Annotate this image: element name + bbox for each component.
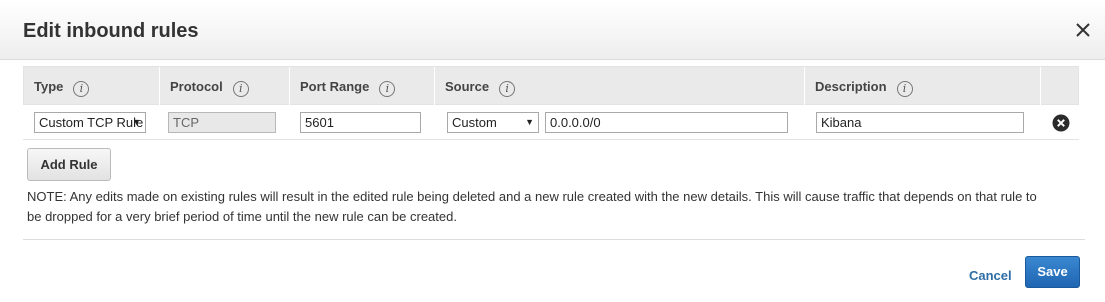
source-type-select[interactable]: Custom ▼ <box>447 112 539 133</box>
info-icon[interactable]: i <box>896 81 913 97</box>
cancel-button[interactable]: Cancel <box>969 268 1012 283</box>
type-select-value: Custom TCP Rule <box>39 115 144 130</box>
save-button[interactable]: Save <box>1025 256 1080 288</box>
table-header-row: Type i Protocol i Port Range i Source i Desc… <box>23 66 1079 106</box>
dialog-header: Edit inbound rules <box>0 0 1105 60</box>
info-icon[interactable]: i <box>73 81 90 97</box>
note-text: NOTE: Any edits made on existing rules w… <box>27 189 1037 224</box>
remove-rule-button[interactable] <box>1052 114 1070 132</box>
type-select[interactable]: Custom TCP Rule ▼ <box>34 112 146 133</box>
column-header-description: Description i <box>804 67 1040 106</box>
column-header-source: Source i <box>434 67 804 106</box>
close-button[interactable] <box>1073 20 1093 40</box>
info-icon[interactable]: i <box>379 81 396 97</box>
close-icon <box>1076 23 1090 37</box>
column-header-actions <box>1040 67 1078 106</box>
dialog-title: Edit inbound rules <box>23 20 199 42</box>
column-header-port-range: Port Range i <box>289 67 434 106</box>
protocol-field: TCP <box>168 112 276 133</box>
source-cidr-input[interactable]: 0.0.0.0/0 <box>545 112 788 133</box>
column-header-protocol: Protocol i <box>159 67 289 106</box>
column-header-label: Description <box>815 79 887 94</box>
info-icon[interactable]: i <box>499 81 516 97</box>
description-input[interactable]: Kibana <box>816 112 1024 133</box>
divider <box>23 239 1085 240</box>
port-range-input[interactable]: 5601 <box>300 112 421 133</box>
column-header-label: Protocol <box>170 79 223 94</box>
table-row: Custom TCP Rule ▼ TCP 5601 Custom ▼ 0.0.… <box>23 105 1079 140</box>
info-icon[interactable]: i <box>232 81 249 97</box>
chevron-down-icon: ▼ <box>525 117 534 127</box>
column-header-label: Type <box>34 79 64 94</box>
add-rule-button[interactable]: Add Rule <box>27 148 111 181</box>
rules-table: Type i Protocol i Port Range i Source i Desc… <box>23 66 1079 140</box>
source-type-select-value: Custom <box>452 115 497 130</box>
column-header-label: Port Range <box>300 79 370 94</box>
column-header-type: Type i <box>24 67 159 106</box>
chevron-down-icon: ▼ <box>132 117 141 127</box>
column-header-label: Source <box>445 79 490 94</box>
remove-circle-icon <box>1052 114 1070 132</box>
